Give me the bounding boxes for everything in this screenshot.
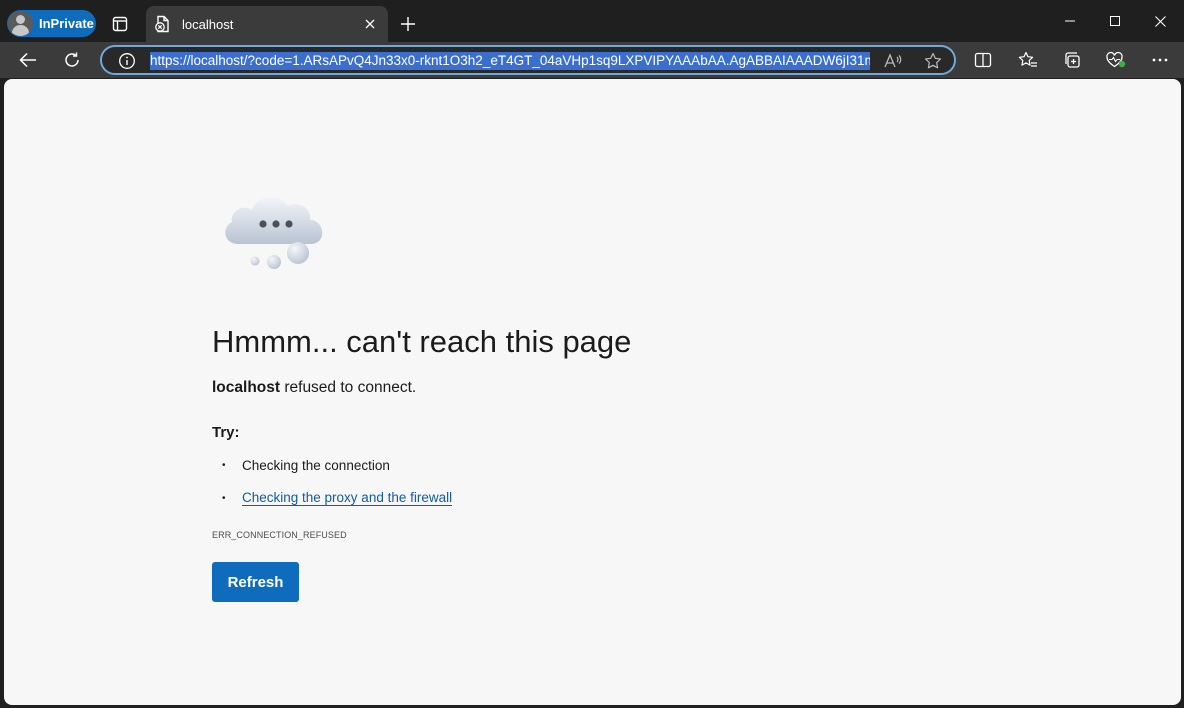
bullet: • — [222, 492, 226, 504]
read-aloud-icon[interactable] — [882, 51, 904, 71]
proxy-firewall-link[interactable]: Checking the proxy and the firewall — [242, 490, 453, 506]
minimize-icon[interactable] — [1048, 8, 1092, 34]
split-screen-icon[interactable] — [968, 46, 998, 74]
page-title: Hmmm... can't reach this page — [212, 324, 632, 359]
title-bar: InPrivate localhost — [0, 0, 1184, 42]
page-error-icon — [154, 15, 172, 33]
inprivate-label: InPrivate — [39, 16, 94, 31]
try-label: Try: — [212, 424, 240, 441]
tab-title: localhost — [182, 16, 234, 32]
collections-icon[interactable] — [1057, 46, 1087, 74]
toolbar: https://localhost/?code=1.ARsAPvQ4Jn33x0… — [0, 42, 1184, 78]
address-bar[interactable]: https://localhost/?code=1.ARsAPvQ4Jn33x0… — [100, 45, 956, 75]
refused-text: refused to connect. — [280, 379, 417, 396]
page-content — [4, 79, 1181, 705]
more-icon[interactable] — [1145, 46, 1175, 74]
close-window-icon[interactable] — [1138, 8, 1182, 34]
suggestion-item: • Checking the connection — [222, 458, 390, 473]
avatar — [8, 11, 33, 36]
host-name: localhost — [212, 379, 281, 396]
refresh-icon[interactable] — [57, 46, 87, 74]
bullet: • — [222, 460, 226, 471]
refresh-button[interactable]: Refresh — [212, 562, 299, 602]
maximize-icon[interactable] — [1093, 8, 1137, 34]
tab-actions-icon[interactable] — [106, 12, 134, 36]
close-tab-icon[interactable] — [360, 14, 380, 34]
favorites-icon[interactable] — [1013, 46, 1043, 74]
thinking-cloud-icon — [218, 184, 330, 274]
refused-message: localhost refused to connect. — [212, 379, 416, 397]
suggestion-check-connection: Checking the connection — [242, 458, 390, 473]
error-code: ERR_CONNECTION_REFUSED — [212, 530, 347, 540]
tab-localhost[interactable]: localhost — [146, 6, 388, 42]
plus-icon[interactable] — [396, 12, 420, 36]
inprivate-profile-button[interactable]: InPrivate — [7, 10, 96, 37]
star-icon[interactable] — [922, 51, 944, 71]
info-icon[interactable] — [118, 52, 136, 70]
back-arrow-icon[interactable] — [13, 46, 43, 74]
heartbeat-icon[interactable] — [1101, 46, 1131, 74]
url-text[interactable]: https://localhost/?code=1.ARsAPvQ4Jn33x0… — [150, 52, 870, 70]
suggestion-item: • Checking the proxy and the firewall — [222, 490, 453, 506]
